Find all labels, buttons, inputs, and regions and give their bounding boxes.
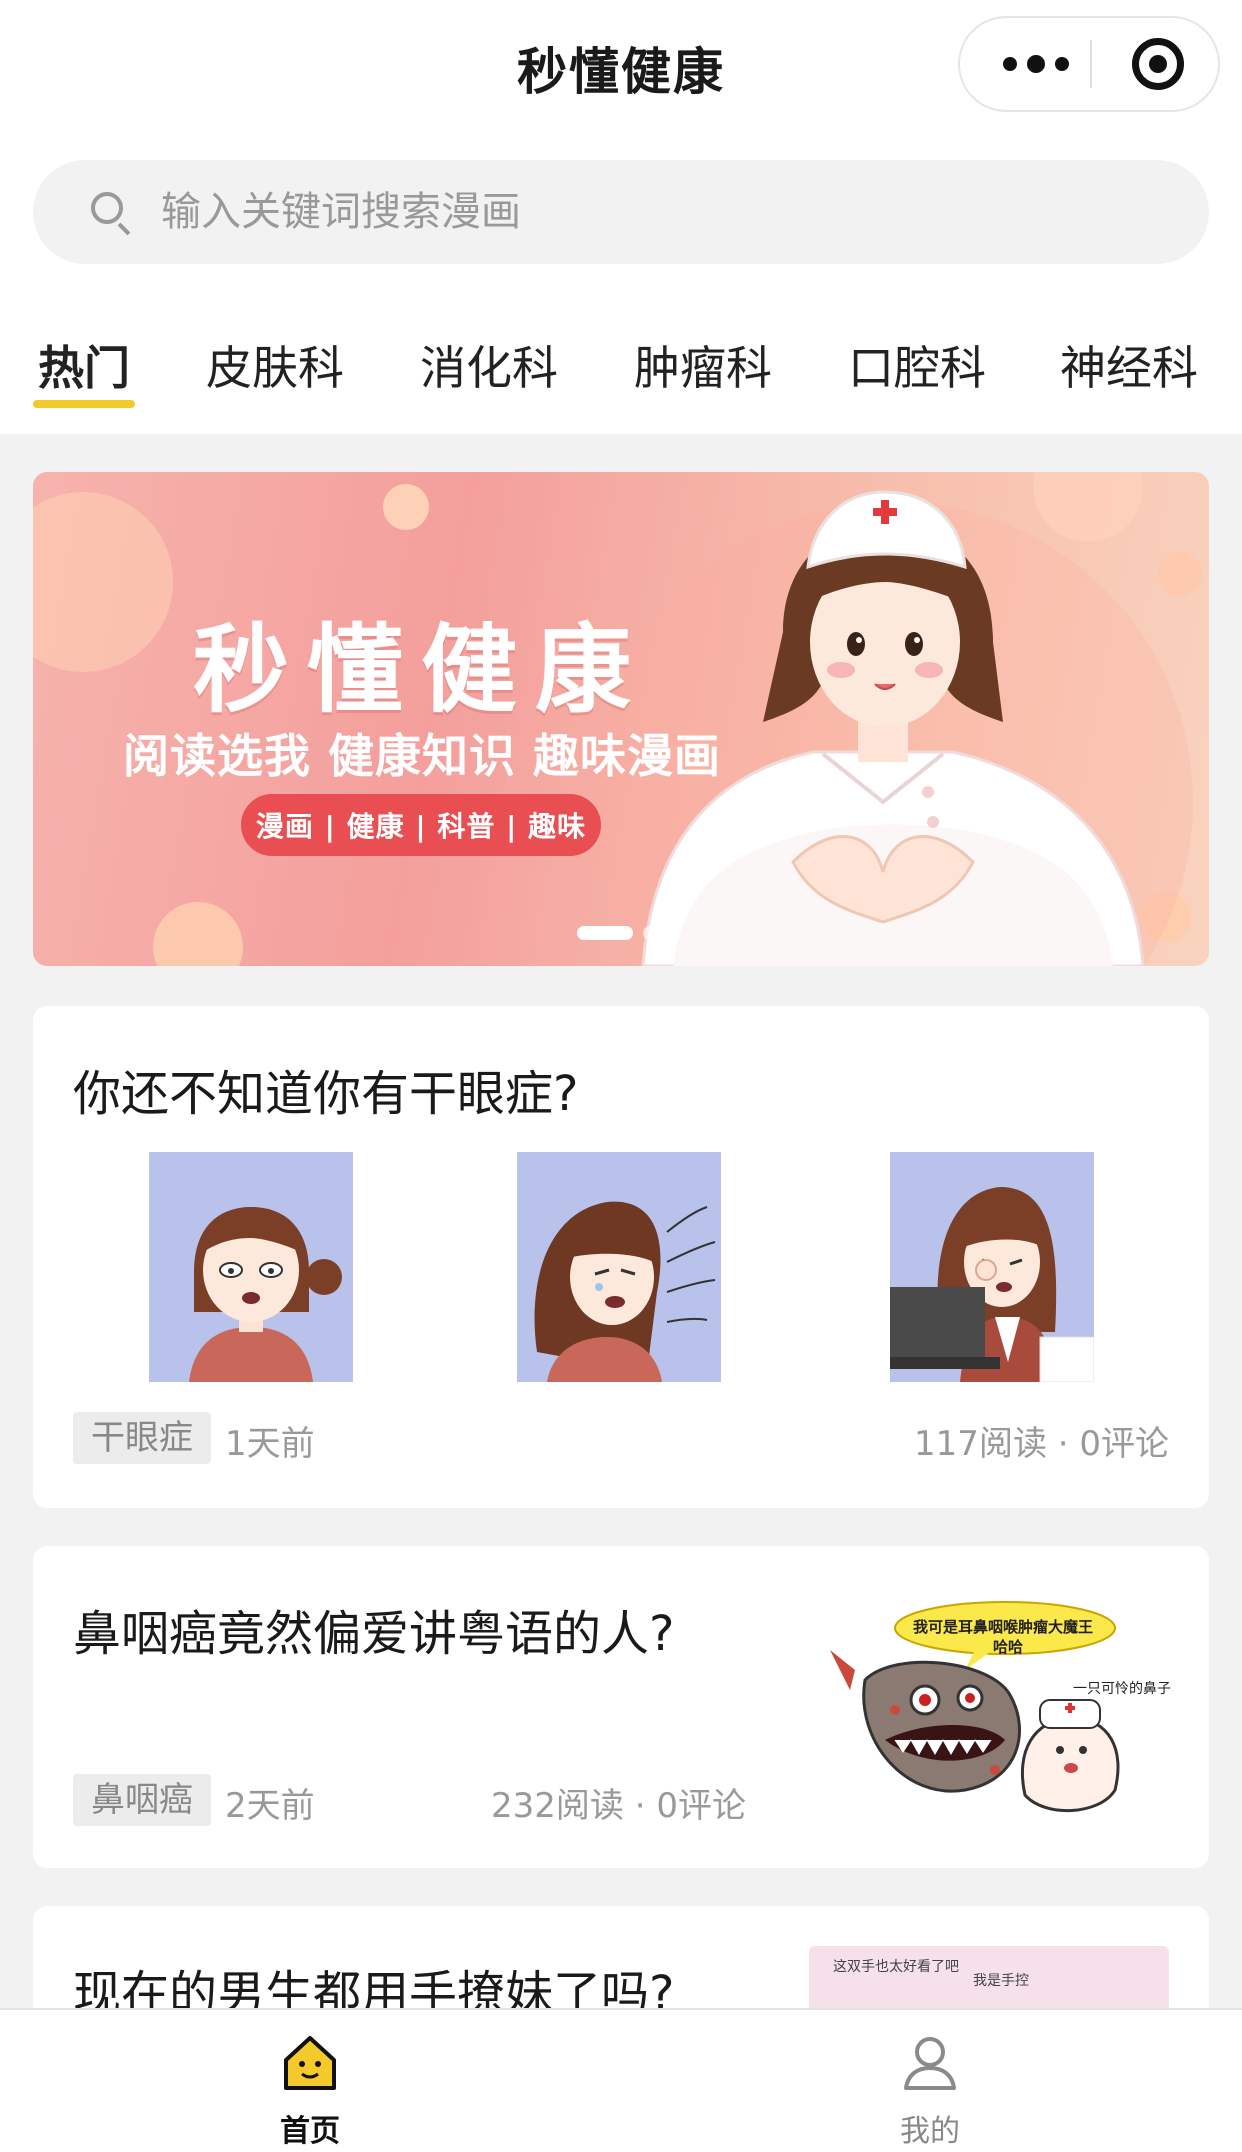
search-input[interactable]: [161, 160, 1161, 264]
more-icon[interactable]: [996, 18, 1076, 110]
decor-circle: [33, 492, 173, 672]
article-stats: 232阅读 · 0评论: [491, 1786, 746, 1826]
banner-title: 秒懂健康: [193, 614, 649, 726]
decor-circle: [383, 484, 429, 530]
comic-thumbnail[interactable]: [149, 1152, 353, 1382]
capsule-divider: [1090, 40, 1092, 88]
navigation-bar: 秒懂健康: [0, 0, 1242, 140]
comic-girl-crying-image: [534, 1201, 716, 1382]
tab-oncology[interactable]: 肿瘤科: [634, 332, 772, 398]
nav-mine[interactable]: 我的: [830, 2010, 1030, 2152]
nav-home-label: 首页: [280, 2114, 340, 2149]
decor-circle: [153, 902, 243, 966]
nav-mine-label: 我的: [900, 2114, 960, 2149]
nurse-illustration: [641, 490, 1145, 966]
active-tab-indicator: [33, 400, 135, 408]
article-card-npc[interactable]: 鼻咽癌竟然偏爱讲粤语的人? 鼻咽癌 2天前 232阅读 · 0评论 我可是耳鼻咽…: [33, 1546, 1209, 1868]
comic-girl-laptop-image: [890, 1187, 1094, 1382]
comic-thumbnail[interactable]: [517, 1152, 721, 1382]
search-bar[interactable]: [33, 160, 1209, 264]
carousel-dot-active: [577, 926, 633, 940]
close-target-icon[interactable]: [1132, 38, 1184, 90]
publish-time: 1天前: [225, 1424, 315, 1464]
category-tabs: 热门 皮肤科 消化科 肿瘤科 口腔科 神经科: [0, 280, 1242, 434]
banner-tags-pill: 漫画 | 健康 | 科普 | 趣味: [241, 794, 601, 856]
comic-girl-tired-image: [189, 1207, 342, 1382]
topic-tag[interactable]: 干眼症: [73, 1412, 211, 1464]
bottom-tab-bar: 首页 我的: [0, 2008, 1242, 2152]
search-icon: [91, 192, 131, 236]
article-stats: 117阅读 · 0评论: [914, 1424, 1169, 1464]
search-section: [0, 140, 1242, 280]
tab-dermatology[interactable]: 皮肤科: [206, 332, 344, 398]
bubble-text: 我可是耳鼻咽喉肿瘤大魔王: [913, 1618, 1094, 1636]
comic-thumbnail[interactable]: [890, 1152, 1094, 1382]
article-title: 鼻咽癌竟然偏爱讲粤语的人?: [73, 1606, 675, 1662]
banner-carousel[interactable]: 秒懂健康 阅读选我 健康知识 趣味漫画 漫画 | 健康 | 科普 | 趣味: [33, 472, 1209, 966]
tab-hot[interactable]: 热门: [38, 332, 130, 398]
tab-stomatology[interactable]: 口腔科: [848, 332, 986, 398]
comic-thumbnail[interactable]: 我可是耳鼻咽喉肿瘤大魔王 哈哈 一只可怜的鼻子: [825, 1590, 1175, 1830]
article-card-dry-eye[interactable]: 你还不知道你有干眼症? 干眼症 1天前 117阅读 · 0评论: [33, 1006, 1209, 1508]
nav-home[interactable]: 首页: [210, 2010, 410, 2152]
carousel-dot: [643, 926, 657, 940]
publish-time: 2天前: [225, 1786, 315, 1826]
carousel-indicator: [577, 926, 657, 940]
bubble-text: 哈哈: [993, 1638, 1024, 1656]
home-icon: [284, 2036, 336, 2090]
mini-program-capsule: [958, 16, 1220, 112]
caption-text: 一只可怜的鼻子: [1073, 1681, 1171, 1697]
tab-gastroenterology[interactable]: 消化科: [420, 332, 558, 398]
topic-tag[interactable]: 鼻咽癌: [73, 1774, 211, 1826]
user-icon: [904, 2037, 956, 2090]
article-title: 你还不知道你有干眼症?: [73, 1066, 579, 1122]
tab-neurology[interactable]: 神经科: [1060, 332, 1198, 398]
